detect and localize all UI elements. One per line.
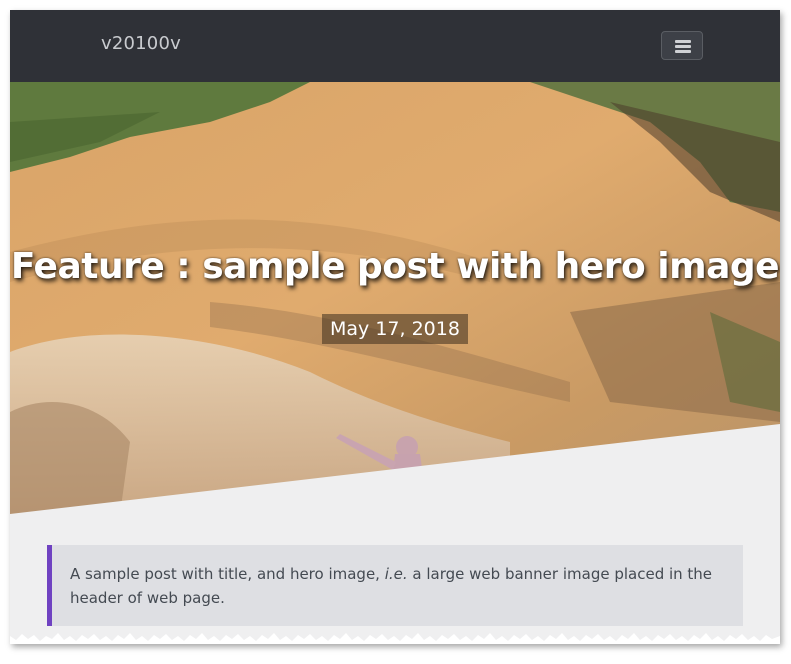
hero-image [10, 82, 780, 514]
browser-capture-frame: v20100v Feature: sample post with hero … [10, 10, 780, 644]
navbar: v20100v [10, 10, 780, 82]
site-brand-link[interactable]: v20100v [101, 33, 181, 54]
main-content: A sample post with title, and hero image… [10, 514, 780, 644]
hero-banner: Feature : sample post with hero image Ma… [10, 82, 780, 514]
hamburger-icon [675, 40, 691, 43]
excerpt-text: A sample post with title, and hero image… [70, 565, 385, 583]
hamburger-icon-bar [675, 45, 691, 48]
post-excerpt: A sample post with title, and hero image… [47, 545, 743, 626]
menu-toggle-button[interactable] [661, 31, 703, 60]
torn-edge [10, 633, 780, 644]
excerpt-emphasis: i.e. [384, 565, 408, 583]
hamburger-icon-bar [675, 50, 691, 53]
post-date: May 17, 2018 [322, 314, 468, 344]
post-title: Feature : sample post with hero image [10, 246, 780, 287]
